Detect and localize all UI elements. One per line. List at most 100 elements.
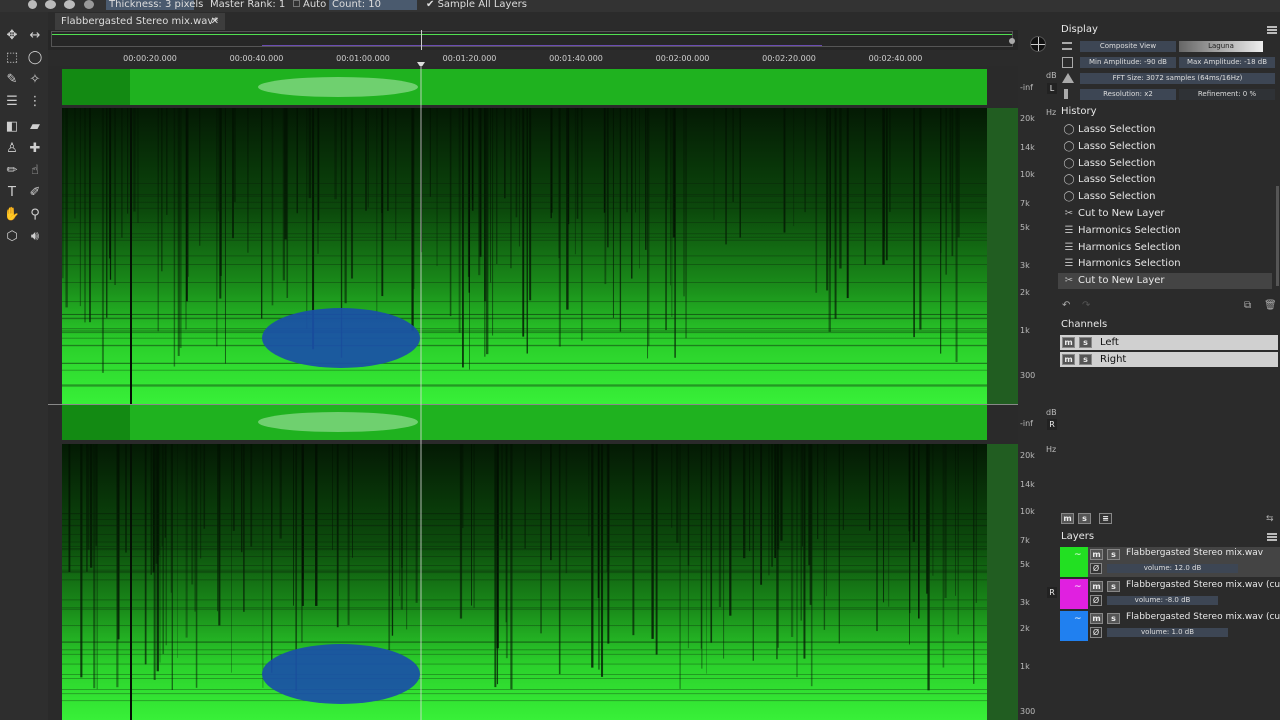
brush-preset-icon[interactable] xyxy=(45,0,56,9)
layer-list-icon[interactable]: ≡ xyxy=(1099,513,1112,524)
layer-solo-all[interactable]: s xyxy=(1078,513,1091,524)
eyedropper-icon[interactable]: ✐ xyxy=(25,183,45,203)
history-scrollbar[interactable] xyxy=(1276,186,1279,286)
healing-icon[interactable]: ✚ xyxy=(25,139,45,159)
spectrogram-right-stripe xyxy=(876,444,878,632)
layer-name[interactable]: Flabbergasted Stereo mix.wav (cut) xyxy=(1126,612,1280,622)
master-rank-field[interactable]: Master Rank: 1 xyxy=(210,0,285,10)
layer-volume-slider[interactable]: volume: 1.0 dB xyxy=(1107,628,1228,637)
brush-preset-icon[interactable] xyxy=(64,0,75,9)
layer-name[interactable]: Flabbergasted Stereo mix.wav xyxy=(1126,548,1263,558)
sample-all-layers-checkbox[interactable]: ✔ Sample All Layers xyxy=(426,0,527,10)
history-item[interactable]: ◯ Lasso Selection xyxy=(1058,172,1272,188)
spectrogram-left-stripe xyxy=(526,108,528,354)
history-item[interactable]: ◯ Lasso Selection xyxy=(1058,122,1272,138)
undo-icon[interactable]: ↶ xyxy=(1062,300,1070,311)
zoom-crosshair-icon[interactable] xyxy=(1030,36,1046,52)
phase-invert-icon[interactable]: Ø xyxy=(1090,595,1102,606)
time-ruler[interactable]: 00:00:20.000 00:00:40.000 00:01:00.000 00:0… xyxy=(48,52,1018,66)
channel-row[interactable]: m s Right xyxy=(1060,352,1278,367)
brush-selection-icon[interactable]: ✎ xyxy=(2,70,22,90)
layer-mute-button[interactable]: m xyxy=(1090,549,1103,560)
text-tool-icon[interactable]: T xyxy=(2,183,22,203)
channel-mute-button[interactable]: m xyxy=(1062,337,1075,348)
channel-row[interactable]: m s Left xyxy=(1060,335,1278,350)
spectrogram-right-stripe xyxy=(271,444,273,673)
brush-eraser-icon[interactable]: ▰ xyxy=(25,117,45,137)
min-amplitude-slider[interactable]: Min Amplitude: -90 dB xyxy=(1080,57,1176,68)
layer-name[interactable]: Flabbergasted Stereo mix.wav (cut) xyxy=(1126,580,1280,590)
history-item[interactable]: ✂ Cut to New Layer xyxy=(1058,206,1272,222)
zoom-tool-icon[interactable]: ⚲ xyxy=(25,205,45,225)
layer-solo-button[interactable]: s xyxy=(1107,613,1120,624)
layer-row[interactable]: ~ m s Flabbergasted Stereo mix.wav Øvolume: … xyxy=(1060,547,1280,577)
layer-mute-button[interactable]: m xyxy=(1090,613,1103,624)
layer-solo-button[interactable]: s xyxy=(1107,581,1120,592)
eye-icon[interactable] xyxy=(84,0,94,9)
phase-invert-icon[interactable]: Ø xyxy=(1090,563,1102,574)
harmonics-selection-icon[interactable]: ☰ xyxy=(2,92,22,112)
layer-mute-all[interactable]: m xyxy=(1061,513,1074,524)
refinement-slider[interactable]: Refinement: 0 % xyxy=(1179,89,1275,100)
pencil-icon[interactable]: ✏ xyxy=(2,161,22,181)
brush-preset-icon[interactable] xyxy=(28,0,37,9)
spectrogram-left-stripe xyxy=(121,108,123,238)
count-field[interactable]: Count: 10 xyxy=(329,0,417,10)
resolution-slider[interactable]: Resolution: x2 xyxy=(1080,89,1176,100)
channel-solo-button[interactable]: s xyxy=(1079,337,1092,348)
spectrogram-left-stripe xyxy=(84,108,86,323)
trash-icon[interactable]: 🗑︎ xyxy=(1264,300,1277,311)
history-item[interactable]: ☰ Harmonics Selection xyxy=(1058,256,1272,272)
channel-mute-button[interactable]: m xyxy=(1062,354,1075,365)
display-menu-icon[interactable] xyxy=(1267,26,1277,34)
collapse-icon[interactable]: ⇆ xyxy=(1266,514,1274,524)
smudge-icon[interactable]: ☝ xyxy=(25,161,45,181)
history-item[interactable]: ◯ Lasso Selection xyxy=(1058,156,1272,172)
composite-view-select[interactable]: Composite View xyxy=(1080,41,1176,52)
colormap-select[interactable]: Laguna xyxy=(1179,41,1263,52)
layer-volume-slider[interactable]: volume: 12.0 dB xyxy=(1107,564,1238,573)
layer-color-swatch[interactable]: ~ xyxy=(1060,611,1088,641)
thickness-field[interactable]: Thickness: 3 pixels xyxy=(106,0,203,10)
duplicate-icon[interactable]: ⧉ xyxy=(1244,300,1251,311)
channel-solo-button[interactable]: s xyxy=(1079,354,1092,365)
layer-color-swatch[interactable]: ~ xyxy=(1060,579,1088,609)
layer-solo-button[interactable]: s xyxy=(1107,549,1120,560)
redo-icon[interactable]: ↷ xyxy=(1082,300,1090,311)
time-selection-icon[interactable]: ↔ xyxy=(25,26,45,46)
hand-tool-icon[interactable]: ✋ xyxy=(2,205,22,225)
spectrogram-view[interactable] xyxy=(48,66,1018,720)
spectrogram-svg[interactable] xyxy=(48,66,1018,720)
clone-stamp-icon[interactable]: ♙ xyxy=(2,139,22,159)
magic-wand-icon[interactable]: ✧ xyxy=(25,70,45,90)
move-tool-icon[interactable]: ✥ xyxy=(2,26,22,46)
spectrogram-left-stripe xyxy=(137,108,139,223)
layer-row[interactable]: ~ m s Flabbergasted Stereo mix.wav (cut) Øvo… xyxy=(1060,611,1280,641)
auto-checkbox[interactable]: Auto xyxy=(293,0,326,10)
layer-color-swatch[interactable]: ~ xyxy=(1060,547,1088,577)
file-tab[interactable]: Flabbergasted Stereo mix.wav* ✕ xyxy=(55,13,225,30)
max-amplitude-slider[interactable]: Max Amplitude: -18 dB xyxy=(1179,57,1275,68)
spectrogram-left-stripe xyxy=(647,108,649,359)
overview-knob[interactable] xyxy=(1009,38,1015,44)
overview-bar[interactable] xyxy=(48,30,1018,50)
spectrogram-right-stripe xyxy=(774,444,777,558)
history-item[interactable]: ✂ Cut to New Layer xyxy=(1058,273,1272,290)
layer-volume-slider[interactable]: volume: -8.0 dB xyxy=(1107,596,1218,605)
history-item[interactable]: ☰ Harmonics Selection xyxy=(1058,223,1272,239)
layer-row[interactable]: ~ m s Flabbergasted Stereo mix.wav (cut) Øvo… xyxy=(1060,579,1280,609)
history-item[interactable]: ◯ Lasso Selection xyxy=(1058,189,1272,205)
history-item[interactable]: ◯ Lasso Selection xyxy=(1058,139,1272,155)
3d-view-icon[interactable]: ⬡ xyxy=(2,227,22,247)
layers-menu-icon[interactable] xyxy=(1267,533,1277,541)
phase-invert-icon[interactable]: Ø xyxy=(1090,627,1102,638)
fft-size-slider[interactable]: FFT Size: 3072 samples (64ms/16Hz) xyxy=(1080,73,1275,84)
lasso-tool-icon[interactable]: ◯ xyxy=(25,48,45,68)
history-item[interactable]: ☰ Harmonics Selection xyxy=(1058,240,1272,256)
close-icon[interactable]: ✕ xyxy=(211,13,219,30)
checkbox-icon[interactable] xyxy=(293,0,300,7)
layer-mute-button[interactable]: m xyxy=(1090,581,1103,592)
speaker-icon[interactable]: 🔊︎ xyxy=(25,227,45,247)
eraser-icon[interactable]: ◧ xyxy=(2,117,22,137)
rectangle-selection-icon[interactable]: ⬚ xyxy=(2,48,22,68)
